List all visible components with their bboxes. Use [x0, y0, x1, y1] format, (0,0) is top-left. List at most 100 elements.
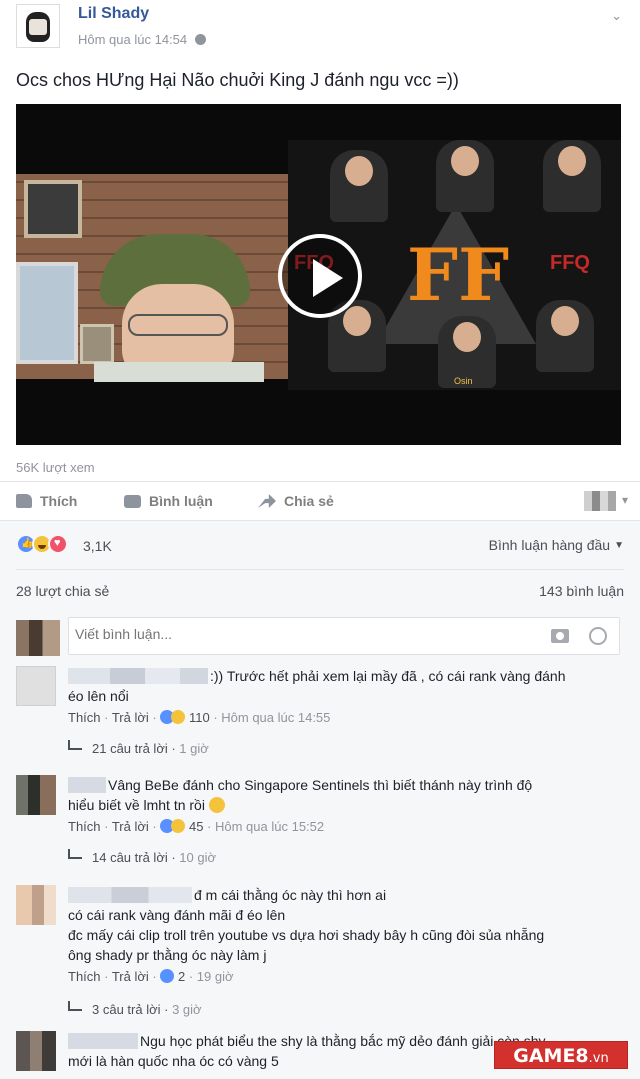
comment-like-link[interactable]: Thích	[68, 710, 101, 725]
comment-reaction-count[interactable]: 45	[189, 819, 203, 834]
post-time-text[interactable]: Hôm qua lúc 14:54	[78, 32, 187, 47]
emoji-icon	[208, 797, 225, 813]
comment-line: mới là hàn quốc nha óc có vàng 5	[68, 1053, 279, 1069]
share-count[interactable]: 28 lượt chia sẻ	[16, 583, 109, 599]
globe-icon	[194, 34, 206, 45]
share-button[interactable]: Chia sẻ	[258, 489, 334, 513]
divider	[0, 520, 640, 521]
comment-text: đ m cái thằng óc này thì hơn ai có cái r…	[68, 885, 624, 965]
haha-reaction-icon	[171, 819, 186, 833]
comment-label: Bình luận	[149, 493, 213, 509]
comment-line: ông shady pr thằng óc này làm j	[68, 947, 267, 963]
comment-text: Vâng BeBe đánh cho Singapore Sentinels t…	[68, 775, 624, 815]
comment-line: có cái rank vàng đánh mãi đ éo lên	[68, 907, 286, 923]
comment-like-link[interactable]: Thích	[68, 819, 101, 834]
wall-picture-frame	[24, 180, 82, 238]
player-portrait	[330, 150, 388, 222]
comment-line: :)) Trước hết phải xem lại mầy đã , có c…	[210, 668, 566, 684]
replies-time: 3 giờ	[172, 1002, 202, 1017]
view-replies-link[interactable]: 14 câu trả lời · 10 giờ	[68, 849, 216, 865]
commenter-name[interactable]	[68, 668, 208, 684]
commenter-avatar[interactable]	[16, 1031, 56, 1071]
replies-count: 14 câu trả lời	[92, 850, 168, 865]
like-button[interactable]: Thích	[16, 489, 77, 513]
reply-arrow-icon	[68, 740, 82, 750]
feedback-section: 3,1K Bình luận hàng đầu▼ 28 lượt chia sẻ…	[0, 521, 640, 1079]
comment-count[interactable]: 143 bình luận	[539, 583, 624, 599]
player-portrait	[543, 140, 601, 212]
reply-arrow-icon	[68, 849, 82, 859]
team-logo: FF	[406, 232, 510, 317]
page-selector-avatar[interactable]	[584, 491, 628, 511]
commenter-name[interactable]	[68, 887, 192, 903]
love-reaction-icon	[48, 534, 68, 554]
haha-reaction-icon	[171, 710, 186, 724]
comment-reply-link[interactable]: Trả lời	[112, 819, 149, 834]
play-button[interactable]	[278, 234, 362, 318]
commenter-avatar[interactable]	[16, 775, 56, 815]
shirt	[94, 362, 264, 382]
view-replies-link[interactable]: 21 câu trả lời · 1 giờ	[68, 740, 209, 756]
author-avatar[interactable]	[16, 4, 60, 48]
comment-button[interactable]: Bình luận	[124, 489, 640, 513]
chevron-down-icon[interactable]: ⌄	[611, 8, 622, 24]
comment-line: đc mấy cái clip troll trên youtube vs dự…	[68, 927, 545, 943]
share-icon	[258, 494, 276, 508]
post-actions: Thích Bình luận Chia sẻ	[16, 489, 628, 513]
comment-like-link[interactable]: Thích	[68, 969, 101, 984]
comment-time[interactable]: Hôm qua lúc 15:52	[215, 819, 324, 834]
avatar-face	[29, 19, 47, 35]
wall-picture-frame-small	[80, 324, 114, 364]
commenter-avatar[interactable]	[16, 666, 56, 706]
reply-arrow-icon	[68, 1001, 82, 1011]
comment-reaction-count[interactable]: 2	[178, 969, 185, 984]
watermark-main: GAME8	[513, 1045, 589, 1067]
glasses	[128, 314, 228, 336]
comment-icon	[124, 495, 141, 508]
comment-input[interactable]	[75, 626, 535, 642]
share-label: Chia sẻ	[284, 493, 334, 509]
comment-line: Vâng BeBe đánh cho Singapore Sentinels t…	[108, 777, 533, 793]
commenter-avatar[interactable]	[16, 885, 56, 925]
replies-count: 3 câu trả lời	[92, 1002, 161, 1017]
player-portrait	[436, 140, 494, 212]
view-replies-link[interactable]: 3 câu trả lời · 3 giờ	[68, 1001, 202, 1017]
window	[16, 262, 78, 364]
game8-watermark: GAME8.vn	[494, 1041, 628, 1069]
replies-count: 21 câu trả lời	[92, 741, 168, 756]
team-label-right: FFQ	[550, 252, 590, 274]
camera-icon[interactable]	[551, 629, 569, 643]
video-webcam-scene	[16, 174, 288, 382]
replies-time: 1 giờ	[179, 741, 209, 756]
comment-reply-link[interactable]: Trả lời	[112, 969, 149, 984]
post-timestamp[interactable]: Hôm qua lúc 14:54	[78, 32, 206, 47]
comment-line: hiểu biết về lmht tn rồi	[68, 797, 205, 813]
comment-line: Ngu học phát biểu the shy là thằng bắc m…	[140, 1033, 546, 1049]
comment-sort-label: Bình luận hàng đầu	[488, 537, 611, 553]
thumbs-up-icon	[16, 494, 32, 508]
commenter-name[interactable]	[68, 1033, 138, 1049]
commenter-name[interactable]	[68, 777, 106, 793]
emoji-icon[interactable]	[589, 627, 607, 645]
comment-actions: Thích · Trả lời · 45 · Hôm qua lúc 15:52	[68, 819, 325, 834]
caret-down-icon: ▼	[614, 540, 624, 551]
like-reaction-icon	[160, 969, 175, 983]
author-name[interactable]: Lil Shady	[78, 5, 149, 23]
comment-text: :)) Trước hết phải xem lại mầy đã , có c…	[68, 666, 624, 706]
comment-time[interactable]: Hôm qua lúc 14:55	[221, 710, 330, 725]
replies-time: 10 giờ	[179, 850, 217, 865]
reaction-count[interactable]: 3,1K	[83, 538, 112, 554]
comment-composer[interactable]	[68, 617, 620, 655]
post-text: Ocs chos HƯng Hại Não chuởi King J đánh …	[16, 70, 459, 90]
watermark-suffix: .vn	[588, 1051, 609, 1066]
divider	[16, 569, 624, 570]
video-player[interactable]: FF FFQ FFQ Osin	[16, 104, 621, 445]
comment-sort-dropdown[interactable]: Bình luận hàng đầu ▼	[489, 537, 624, 553]
viewer-avatar	[16, 620, 60, 656]
comment-line: éo lên nổi	[68, 688, 129, 704]
comment-time[interactable]: 19 giờ	[197, 969, 234, 984]
player-portrait	[536, 300, 594, 372]
comment-reply-link[interactable]: Trả lời	[112, 710, 149, 725]
comment-reaction-count[interactable]: 110	[189, 710, 210, 725]
comment-line: đ m cái thằng óc này thì hơn ai	[194, 887, 387, 903]
